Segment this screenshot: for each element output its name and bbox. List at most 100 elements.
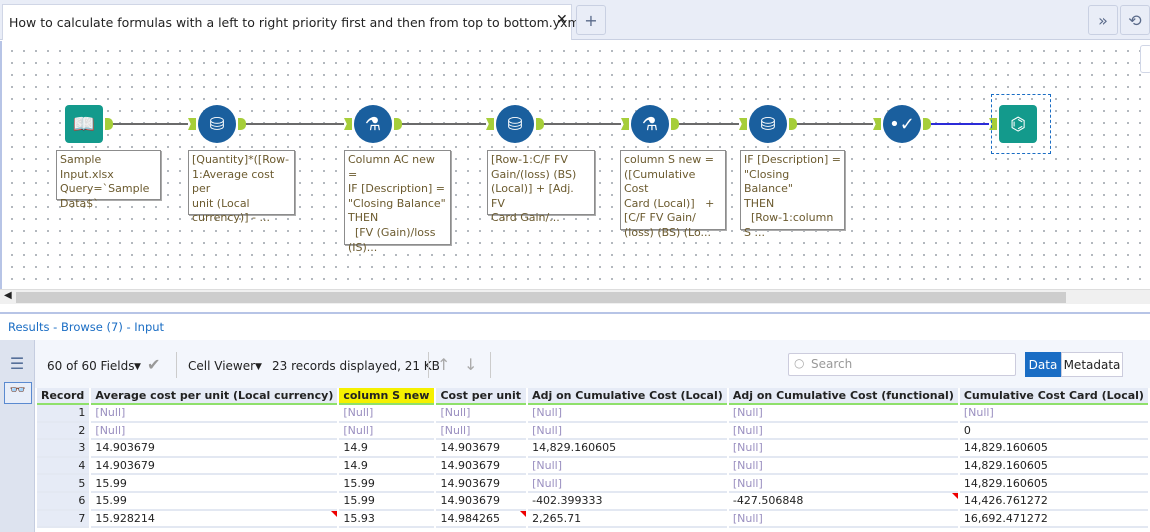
checkmark-icon[interactable]: ✔ <box>147 355 160 374</box>
table-cell[interactable]: 14,426.761272 <box>959 492 1148 511</box>
table-cell[interactable]: [Null] <box>436 405 527 423</box>
output-anchor[interactable] <box>923 118 931 130</box>
table-cell[interactable]: [Null] <box>728 422 958 441</box>
formula-icon[interactable]: ⛁ <box>496 105 534 143</box>
table-cell[interactable]: 14.984265 <box>436 510 527 529</box>
table-cell[interactable]: 2,265.71 <box>528 510 727 529</box>
table-cell[interactable]: [Null] <box>528 405 727 423</box>
data-button[interactable]: Data <box>1025 352 1061 377</box>
book-icon[interactable]: 📖 <box>65 105 103 143</box>
column-header[interactable]: Cost per unit <box>436 388 527 405</box>
table-cell[interactable]: -402.399333 <box>528 492 727 511</box>
tool-annotation: [Row-1:C/F FV Gain/(loss) (BS) (Local)] … <box>487 150 595 224</box>
connection-line <box>113 123 188 125</box>
record-number[interactable]: 4 <box>37 457 90 476</box>
table-cell[interactable]: [Null] <box>728 475 958 493</box>
history-button[interactable]: ⟲ <box>1120 5 1150 35</box>
expand-button[interactable]: » <box>1088 5 1118 35</box>
table-cell[interactable]: [Null] <box>436 422 527 441</box>
table-cell[interactable]: 16,692.471272 <box>959 510 1148 529</box>
table-cell[interactable]: 14.903679 <box>436 457 527 476</box>
chevron-down-icon[interactable]: ▼ <box>134 362 141 372</box>
table-cell[interactable]: 0 <box>959 422 1148 441</box>
connection-line <box>246 123 344 125</box>
table-cell[interactable]: 14.9 <box>339 440 435 458</box>
output-anchor[interactable] <box>671 118 679 130</box>
column-header[interactable]: Adj on Cumulative Cost (functional) <box>728 388 958 405</box>
formula-icon[interactable]: ⛁ <box>198 105 236 143</box>
column-header[interactable]: column S new <box>339 388 435 405</box>
table-cell[interactable]: 15.93 <box>339 510 435 529</box>
column-header[interactable]: Cumulative Cost Card (Local) <box>959 388 1148 405</box>
table-cell[interactable]: 15.99 <box>339 492 435 511</box>
table-cell[interactable]: 14.903679 <box>436 440 527 458</box>
record-number[interactable]: 7 <box>37 510 90 529</box>
table-cell[interactable]: [Null] <box>728 510 958 529</box>
scrollbar-thumb[interactable] <box>16 292 1066 303</box>
metadata-button[interactable]: Metadata <box>1061 352 1123 377</box>
table-row: 7 15.928214 15.93 14.984265 2,265.71 [Null] 16… <box>37 510 1148 529</box>
table-cell[interactable]: 14.903679 <box>436 492 527 511</box>
table-cell[interactable]: 14.9 <box>339 457 435 476</box>
binoculars-icon[interactable]: 👓 <box>4 382 32 404</box>
record-number[interactable]: 2 <box>37 422 90 441</box>
output-anchor[interactable] <box>238 118 246 130</box>
tab-workflow[interactable]: How to calculate formulas with a left to… <box>2 4 588 40</box>
arrow-up-icon[interactable]: ↑ <box>437 355 450 374</box>
table-cell[interactable]: 15.99 <box>339 475 435 493</box>
connection-line <box>797 123 873 125</box>
output-anchor[interactable] <box>394 118 402 130</box>
column-header[interactable]: Adj on Cumulative Cost (Local) <box>528 388 727 405</box>
table-cell[interactable]: [Null] <box>91 405 338 423</box>
table-cell[interactable]: [Null] <box>959 405 1148 423</box>
table-cell[interactable]: 15.928214 <box>91 510 338 529</box>
table-cell[interactable]: [Null] <box>728 457 958 476</box>
records-summary: 23 records displayed, 21 KB <box>272 359 440 373</box>
table-cell[interactable]: 14,829.160605 <box>528 440 727 458</box>
flask-icon[interactable]: ⚗ <box>354 105 392 143</box>
check-icon[interactable]: •✓ <box>883 105 921 143</box>
table-cell[interactable]: 14,829.160605 <box>959 475 1148 493</box>
tab-close-icon[interactable]: ✕ <box>556 12 568 28</box>
table-cell[interactable]: [Null] <box>91 422 338 441</box>
table-cell[interactable]: 15.99 <box>91 492 338 511</box>
flask-icon[interactable]: ⚗ <box>631 105 669 143</box>
table-cell[interactable]: 14.903679 <box>91 440 338 458</box>
search-input[interactable]: ○ Search <box>788 353 1016 376</box>
divider <box>176 352 177 378</box>
table-cell[interactable]: [Null] <box>528 422 727 441</box>
table-cell[interactable]: [Null] <box>728 405 958 423</box>
record-number[interactable]: 6 <box>37 492 90 511</box>
table-cell[interactable]: [Null] <box>339 422 435 441</box>
table-cell[interactable]: [Null] <box>728 440 958 458</box>
column-header[interactable]: Average cost per unit (Local currency) <box>91 388 338 405</box>
table-cell[interactable]: 14,829.160605 <box>959 457 1148 476</box>
output-anchor[interactable] <box>789 118 797 130</box>
table-cell[interactable]: [Null] <box>528 457 727 476</box>
horizontal-scrollbar[interactable]: ◀ <box>0 289 1150 304</box>
table-cell[interactable]: [Null] <box>528 475 727 493</box>
cell-viewer-dropdown[interactable]: Cell Viewer <box>188 359 255 373</box>
scroll-left-icon[interactable]: ◀ <box>4 290 12 301</box>
table-cell[interactable]: 14.903679 <box>91 457 338 476</box>
record-number[interactable]: 5 <box>37 475 90 493</box>
record-number[interactable]: 1 <box>37 405 90 423</box>
table-row: 5 15.99 15.99 14.903679 [Null] [Null] 14,829.1… <box>37 475 1148 493</box>
table-cell[interactable]: 15.99 <box>91 475 338 493</box>
list-view-icon[interactable]: ☰ <box>7 354 27 374</box>
column-header[interactable]: Record <box>37 388 90 405</box>
formula-icon[interactable]: ⛁ <box>749 105 787 143</box>
record-number[interactable]: 3 <box>37 440 90 458</box>
new-tab-button[interactable]: + <box>576 5 606 35</box>
output-anchor[interactable] <box>536 118 544 130</box>
output-anchor[interactable] <box>105 118 113 130</box>
table-cell[interactable]: -427.506848 <box>728 492 958 511</box>
canvas-panel-tab[interactable] <box>1140 45 1150 73</box>
search-icon: ○ <box>794 356 805 370</box>
chevron-down-icon[interactable]: ▼ <box>255 362 262 372</box>
table-cell[interactable]: [Null] <box>339 405 435 423</box>
arrow-down-icon[interactable]: ↓ <box>464 355 477 374</box>
fields-dropdown[interactable]: 60 of 60 Fields <box>47 359 135 373</box>
table-cell[interactable]: 14,829.160605 <box>959 440 1148 458</box>
table-cell[interactable]: 14.903679 <box>436 475 527 493</box>
